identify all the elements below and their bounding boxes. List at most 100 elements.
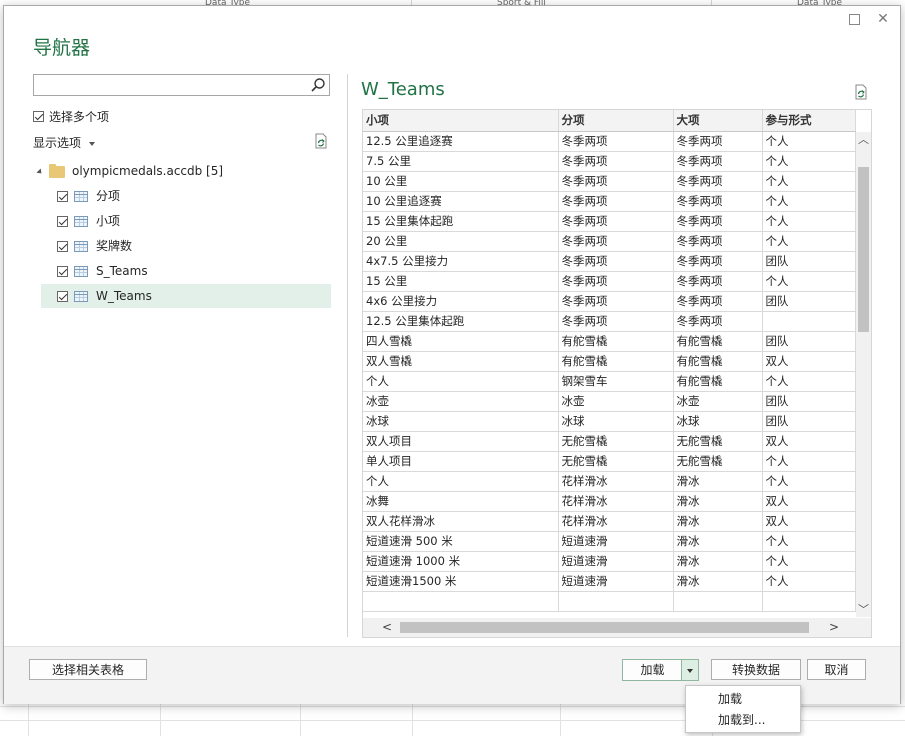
table-cell[interactable]: 无舵雪橇 xyxy=(673,431,763,452)
checkbox-checked-icon[interactable] xyxy=(57,266,68,277)
table-cell[interactable]: 冬季两项 xyxy=(673,311,763,332)
table-cell[interactable]: 个人 xyxy=(762,191,856,212)
table-cell[interactable]: 双人 xyxy=(762,511,856,532)
close-button[interactable]: ✕ xyxy=(876,12,890,26)
table-cell[interactable]: 双人 xyxy=(762,431,856,452)
table-cell[interactable]: 12.5 公里集体起跑 xyxy=(363,311,559,332)
table-cell[interactable]: 短道速滑 xyxy=(558,551,674,572)
table-cell[interactable]: 短道速滑 xyxy=(558,531,674,552)
search-icon[interactable] xyxy=(310,77,326,93)
table-cell[interactable]: 有舵雪橇 xyxy=(673,351,763,372)
table-cell[interactable]: 冰球 xyxy=(673,411,763,432)
table-cell[interactable]: 团队 xyxy=(762,391,856,412)
table-cell[interactable]: 12.5 公里追逐赛 xyxy=(363,131,559,152)
table-cell[interactable]: 团队 xyxy=(762,331,856,352)
tree-item[interactable]: 小项 xyxy=(41,209,331,233)
table-cell[interactable]: 冰壶 xyxy=(673,391,763,412)
table-cell[interactable]: 无舵雪橇 xyxy=(558,431,674,452)
refresh-preview-icon[interactable] xyxy=(853,84,869,100)
table-cell[interactable]: 短道速滑 xyxy=(558,571,674,592)
table-cell[interactable]: 双人 xyxy=(762,491,856,512)
expand-triangle-icon[interactable] xyxy=(36,167,44,176)
table-cell[interactable]: 滑冰 xyxy=(673,531,763,552)
horizontal-scroll-thumb[interactable] xyxy=(400,622,809,633)
menu-item-load-to[interactable]: 加载到... xyxy=(718,710,765,730)
table-cell[interactable]: 冬季两项 xyxy=(558,131,674,152)
table-cell[interactable]: 个人 xyxy=(762,531,856,552)
table-cell[interactable]: 个人 xyxy=(762,551,856,572)
table-cell[interactable]: 滑冰 xyxy=(673,551,763,572)
table-cell[interactable]: 个人 xyxy=(762,131,856,152)
table-cell[interactable]: 个人 xyxy=(762,371,856,392)
table-cell[interactable]: 冬季两项 xyxy=(673,231,763,252)
horizontal-scrollbar[interactable]: < > xyxy=(363,618,871,637)
table-cell[interactable]: 冬季两项 xyxy=(673,291,763,312)
table-cell[interactable]: 钢架雪车 xyxy=(558,371,674,392)
tree-root-database[interactable]: olympicmedals.accdb [5] xyxy=(36,161,223,181)
table-cell[interactable]: 无舵雪橇 xyxy=(673,451,763,472)
table-cell[interactable]: 冬季两项 xyxy=(558,231,674,252)
table-cell[interactable]: 滑冰 xyxy=(673,471,763,492)
table-cell[interactable]: 15 公里 xyxy=(363,271,559,292)
table-cell[interactable]: 有舵雪橇 xyxy=(558,331,674,352)
scroll-down-icon[interactable]: ﹀ xyxy=(856,602,871,617)
multi-select-checkbox[interactable]: 选择多个项 xyxy=(33,108,109,125)
table-cell[interactable]: 冬季两项 xyxy=(558,151,674,172)
table-cell[interactable]: 4x6 公里接力 xyxy=(363,291,559,312)
table-cell[interactable]: 短道速滑 500 米 xyxy=(363,531,559,552)
table-cell[interactable]: 4x7.5 公里接力 xyxy=(363,251,559,272)
table-cell[interactable]: 冬季两项 xyxy=(558,251,674,272)
refresh-icon[interactable] xyxy=(313,133,329,149)
table-cell[interactable]: 个人 xyxy=(762,471,856,492)
table-cell[interactable]: 冬季两项 xyxy=(558,211,674,232)
pane-divider[interactable] xyxy=(347,74,348,637)
table-cell[interactable]: 花样滑冰 xyxy=(558,491,674,512)
table-cell[interactable]: 15 公里集体起跑 xyxy=(363,211,559,232)
scroll-right-icon[interactable]: > xyxy=(825,618,843,637)
table-cell[interactable]: 冬季两项 xyxy=(673,271,763,292)
tree-item[interactable]: S_Teams xyxy=(41,259,331,283)
table-cell[interactable]: 个人 xyxy=(762,451,856,472)
transform-data-button[interactable]: 转换数据 xyxy=(711,659,801,680)
search-input[interactable] xyxy=(33,74,330,96)
table-cell[interactable]: 个人 xyxy=(762,171,856,192)
table-cell[interactable]: 冬季两项 xyxy=(558,191,674,212)
column-header[interactable]: 分项 xyxy=(558,110,674,132)
table-cell[interactable]: 团队 xyxy=(762,251,856,272)
table-cell[interactable]: 个人 xyxy=(762,271,856,292)
table-cell[interactable]: 滑冰 xyxy=(673,571,763,592)
table-cell[interactable]: 有舵雪橇 xyxy=(673,371,763,392)
tree-item[interactable]: 奖牌数 xyxy=(41,234,331,258)
table-cell[interactable]: 团队 xyxy=(762,411,856,432)
load-button[interactable]: 加载 xyxy=(622,659,683,681)
table-cell[interactable] xyxy=(673,591,763,612)
table-cell[interactable]: 冬季两项 xyxy=(673,191,763,212)
vertical-scroll-thumb[interactable] xyxy=(858,167,869,332)
table-cell[interactable]: 20 公里 xyxy=(363,231,559,252)
maximize-button[interactable] xyxy=(847,12,861,26)
select-related-tables-button[interactable]: 选择相关表格 xyxy=(29,659,147,680)
scroll-up-icon[interactable]: ︿ xyxy=(856,132,871,147)
display-options-dropdown[interactable]: 显示选项 xyxy=(33,134,96,151)
table-cell[interactable]: 冬季两项 xyxy=(558,271,674,292)
table-cell[interactable]: 滑冰 xyxy=(673,491,763,512)
table-cell[interactable]: 冰球 xyxy=(363,411,559,432)
table-cell[interactable]: 个人 xyxy=(363,371,559,392)
column-header[interactable]: 参与形式 xyxy=(762,110,856,132)
table-cell[interactable]: 花样滑冰 xyxy=(558,471,674,492)
table-cell[interactable]: 冬季两项 xyxy=(558,291,674,312)
table-cell[interactable]: 双人雪橇 xyxy=(363,351,559,372)
table-cell[interactable]: 双人花样滑冰 xyxy=(363,511,559,532)
table-cell[interactable]: 冬季两项 xyxy=(673,251,763,272)
table-cell[interactable] xyxy=(762,591,856,612)
table-cell[interactable]: 冬季两项 xyxy=(673,171,763,192)
table-cell[interactable]: 冰壶 xyxy=(558,391,674,412)
table-cell[interactable]: 冰舞 xyxy=(363,491,559,512)
table-cell[interactable]: 冰球 xyxy=(558,411,674,432)
table-cell[interactable]: 无舵雪橇 xyxy=(558,451,674,472)
table-cell[interactable] xyxy=(363,591,559,612)
scroll-left-icon[interactable]: < xyxy=(378,618,396,637)
table-cell[interactable]: 花样滑冰 xyxy=(558,511,674,532)
checkbox-checked-icon[interactable] xyxy=(57,241,68,252)
table-cell[interactable]: 双人 xyxy=(762,351,856,372)
